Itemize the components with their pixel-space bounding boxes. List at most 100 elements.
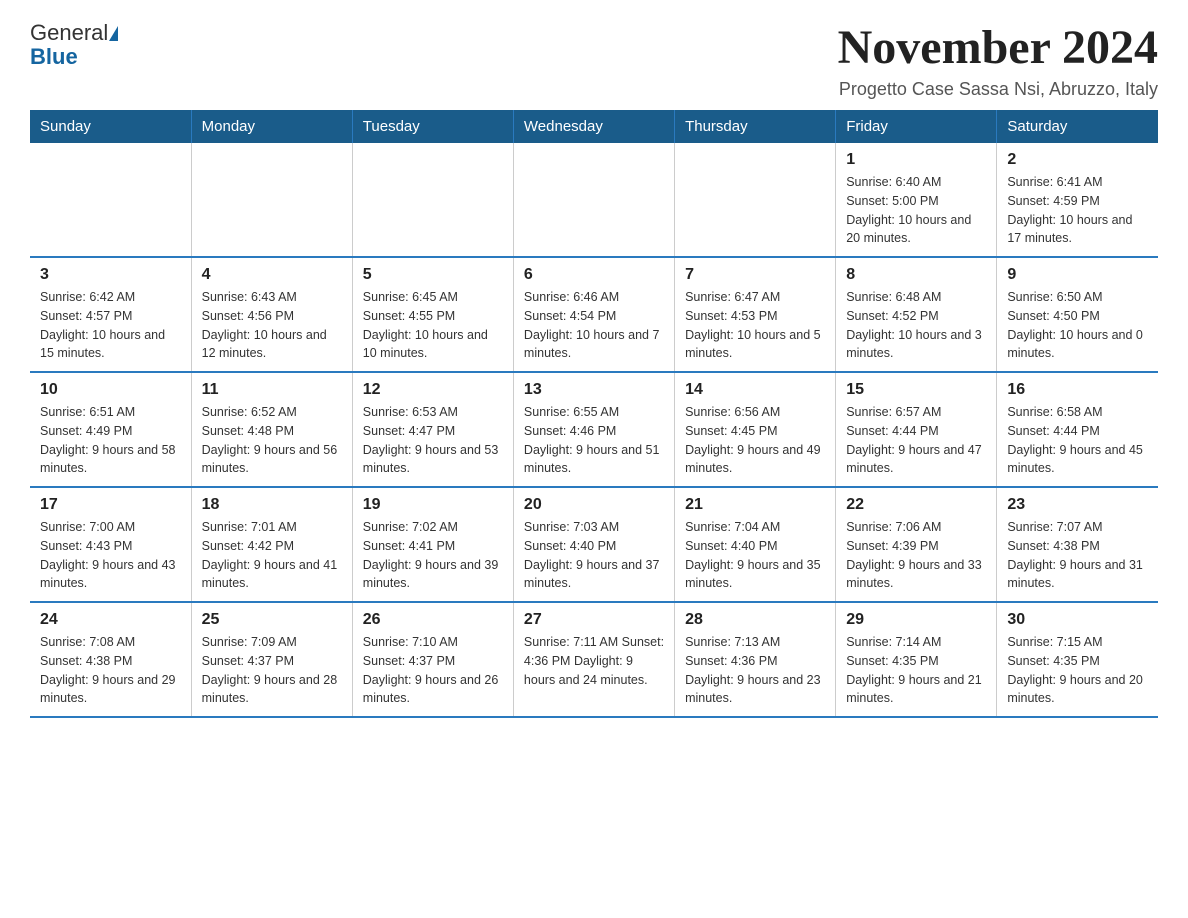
day-number: 4 — [202, 266, 342, 284]
calendar-cell-w3d6: 15 Sunrise: 6:57 AM Sunset: 4:44 PM Dayli… — [836, 372, 997, 487]
logo-general-text: General — [30, 20, 108, 46]
day-info: Sunrise: 6:58 AM Sunset: 4:44 PM Dayligh… — [1007, 403, 1148, 478]
col-monday: Monday — [191, 110, 352, 143]
day-info: Sunrise: 6:43 AM Sunset: 4:56 PM Dayligh… — [202, 288, 342, 363]
day-info: Sunrise: 7:02 AM Sunset: 4:41 PM Dayligh… — [363, 518, 503, 593]
day-number: 7 — [685, 266, 825, 284]
day-info: Sunrise: 6:53 AM Sunset: 4:47 PM Dayligh… — [363, 403, 503, 478]
day-info: Sunrise: 7:11 AM Sunset: 4:36 PM Dayligh… — [524, 633, 664, 689]
day-number: 19 — [363, 496, 503, 514]
col-friday: Friday — [836, 110, 997, 143]
day-number: 25 — [202, 611, 342, 629]
day-info: Sunrise: 6:42 AM Sunset: 4:57 PM Dayligh… — [40, 288, 181, 363]
calendar-cell-w2d6: 8 Sunrise: 6:48 AM Sunset: 4:52 PM Daylig… — [836, 257, 997, 372]
day-info: Sunrise: 6:48 AM Sunset: 4:52 PM Dayligh… — [846, 288, 986, 363]
logo-arrow-icon — [109, 26, 118, 41]
calendar-cell-w4d4: 20 Sunrise: 7:03 AM Sunset: 4:40 PM Dayli… — [513, 487, 674, 602]
day-number: 20 — [524, 496, 664, 514]
calendar-cell-w2d3: 5Sunrise: 6:45 AM Sunset: 4:55 PM Daylig… — [352, 257, 513, 372]
header-row: Sunday Monday Tuesday Wednesday Thursday… — [30, 110, 1158, 143]
calendar-cell-w1d1 — [30, 143, 191, 257]
day-number: 1 — [846, 151, 986, 169]
day-number: 21 — [685, 496, 825, 514]
day-info: Sunrise: 6:40 AM Sunset: 5:00 PM Dayligh… — [846, 173, 986, 248]
day-info: Sunrise: 6:46 AM Sunset: 4:54 PM Dayligh… — [524, 288, 664, 363]
day-number: 13 — [524, 381, 664, 399]
calendar-week-2: 3 Sunrise: 6:42 AM Sunset: 4:57 PM Daylig… — [30, 257, 1158, 372]
col-thursday: Thursday — [675, 110, 836, 143]
calendar-cell-w1d7: 2 Sunrise: 6:41 AM Sunset: 4:59 PM Daylig… — [997, 143, 1158, 257]
calendar-cell-w5d4: 27 Sunrise: 7:11 AM Sunset: 4:36 PM Dayli… — [513, 602, 674, 717]
col-sunday: Sunday — [30, 110, 191, 143]
day-info: Sunrise: 6:57 AM Sunset: 4:44 PM Dayligh… — [846, 403, 986, 478]
day-info: Sunrise: 7:15 AM Sunset: 4:35 PM Dayligh… — [1007, 633, 1148, 708]
calendar-cell-w4d1: 17 Sunrise: 7:00 AM Sunset: 4:43 PM Dayli… — [30, 487, 191, 602]
calendar-cell-w1d4 — [513, 143, 674, 257]
calendar-cell-w5d7: 30 Sunrise: 7:15 AM Sunset: 4:35 PM Dayli… — [997, 602, 1158, 717]
calendar-cell-w2d7: 9Sunrise: 6:50 AM Sunset: 4:50 PM Daylig… — [997, 257, 1158, 372]
col-saturday: Saturday — [997, 110, 1158, 143]
day-number: 16 — [1007, 381, 1148, 399]
calendar-week-3: 10Sunrise: 6:51 AM Sunset: 4:49 PM Dayli… — [30, 372, 1158, 487]
col-tuesday: Tuesday — [352, 110, 513, 143]
day-info: Sunrise: 7:04 AM Sunset: 4:40 PM Dayligh… — [685, 518, 825, 593]
day-info: Sunrise: 6:55 AM Sunset: 4:46 PM Dayligh… — [524, 403, 664, 478]
calendar-cell-w5d6: 29 Sunrise: 7:14 AM Sunset: 4:35 PM Dayli… — [836, 602, 997, 717]
calendar-cell-w5d5: 28 Sunrise: 7:13 AM Sunset: 4:36 PM Dayli… — [675, 602, 836, 717]
day-number: 29 — [846, 611, 986, 629]
calendar-cell-w2d2: 4 Sunrise: 6:43 AM Sunset: 4:56 PM Daylig… — [191, 257, 352, 372]
day-info: Sunrise: 7:14 AM Sunset: 4:35 PM Dayligh… — [846, 633, 986, 708]
calendar-cell-w4d5: 21 Sunrise: 7:04 AM Sunset: 4:40 PM Dayli… — [675, 487, 836, 602]
calendar-cell-w2d4: 6 Sunrise: 6:46 AM Sunset: 4:54 PM Daylig… — [513, 257, 674, 372]
day-info: Sunrise: 7:10 AM Sunset: 4:37 PM Dayligh… — [363, 633, 503, 708]
day-info: Sunrise: 7:07 AM Sunset: 4:38 PM Dayligh… — [1007, 518, 1148, 593]
calendar-cell-w1d2 — [191, 143, 352, 257]
calendar-cell-w5d3: 26 Sunrise: 7:10 AM Sunset: 4:37 PM Dayli… — [352, 602, 513, 717]
day-info: Sunrise: 6:47 AM Sunset: 4:53 PM Dayligh… — [685, 288, 825, 363]
day-info: Sunrise: 7:08 AM Sunset: 4:38 PM Dayligh… — [40, 633, 181, 708]
calendar-cell-w4d3: 19 Sunrise: 7:02 AM Sunset: 4:41 PM Dayli… — [352, 487, 513, 602]
calendar-cell-w5d1: 24 Sunrise: 7:08 AM Sunset: 4:38 PM Dayli… — [30, 602, 191, 717]
calendar-cell-w3d7: 16 Sunrise: 6:58 AM Sunset: 4:44 PM Dayli… — [997, 372, 1158, 487]
calendar-cell-w1d3 — [352, 143, 513, 257]
day-number: 6 — [524, 266, 664, 284]
day-number: 14 — [685, 381, 825, 399]
day-info: Sunrise: 6:56 AM Sunset: 4:45 PM Dayligh… — [685, 403, 825, 478]
calendar-cell-w1d5 — [675, 143, 836, 257]
calendar-cell-w3d2: 11 Sunrise: 6:52 AM Sunset: 4:48 PM Dayli… — [191, 372, 352, 487]
day-number: 24 — [40, 611, 181, 629]
day-number: 28 — [685, 611, 825, 629]
day-info: Sunrise: 7:06 AM Sunset: 4:39 PM Dayligh… — [846, 518, 986, 593]
page-title: November 2024 — [838, 20, 1158, 75]
day-info: Sunrise: 7:00 AM Sunset: 4:43 PM Dayligh… — [40, 518, 181, 593]
day-number: 15 — [846, 381, 986, 399]
page-header: General Blue November 2024 Progetto Case… — [30, 20, 1158, 100]
calendar-week-5: 24 Sunrise: 7:08 AM Sunset: 4:38 PM Dayli… — [30, 602, 1158, 717]
page-subtitle: Progetto Case Sassa Nsi, Abruzzo, Italy — [838, 79, 1158, 100]
calendar-cell-w4d7: 23Sunrise: 7:07 AM Sunset: 4:38 PM Dayli… — [997, 487, 1158, 602]
calendar-cell-w2d1: 3 Sunrise: 6:42 AM Sunset: 4:57 PM Daylig… — [30, 257, 191, 372]
day-info: Sunrise: 6:41 AM Sunset: 4:59 PM Dayligh… — [1007, 173, 1148, 248]
col-wednesday: Wednesday — [513, 110, 674, 143]
calendar-cell-w5d2: 25 Sunrise: 7:09 AM Sunset: 4:37 PM Dayli… — [191, 602, 352, 717]
day-info: Sunrise: 7:09 AM Sunset: 4:37 PM Dayligh… — [202, 633, 342, 708]
day-info: Sunrise: 7:01 AM Sunset: 4:42 PM Dayligh… — [202, 518, 342, 593]
calendar-cell-w2d5: 7 Sunrise: 6:47 AM Sunset: 4:53 PM Daylig… — [675, 257, 836, 372]
title-block: November 2024 Progetto Case Sassa Nsi, A… — [838, 20, 1158, 100]
day-number: 2 — [1007, 151, 1148, 169]
day-number: 3 — [40, 266, 181, 284]
day-number: 8 — [846, 266, 986, 284]
logo-blue-text: Blue — [30, 44, 78, 70]
day-number: 26 — [363, 611, 503, 629]
day-number: 27 — [524, 611, 664, 629]
calendar-cell-w3d5: 14 Sunrise: 6:56 AM Sunset: 4:45 PM Dayli… — [675, 372, 836, 487]
day-number: 11 — [202, 381, 342, 399]
calendar-week-1: 1 Sunrise: 6:40 AM Sunset: 5:00 PM Daylig… — [30, 143, 1158, 257]
day-info: Sunrise: 6:52 AM Sunset: 4:48 PM Dayligh… — [202, 403, 342, 478]
day-number: 30 — [1007, 611, 1148, 629]
day-info: Sunrise: 7:03 AM Sunset: 4:40 PM Dayligh… — [524, 518, 664, 593]
day-info: Sunrise: 7:13 AM Sunset: 4:36 PM Dayligh… — [685, 633, 825, 708]
calendar-cell-w3d1: 10Sunrise: 6:51 AM Sunset: 4:49 PM Dayli… — [30, 372, 191, 487]
day-number: 17 — [40, 496, 181, 514]
day-number: 10 — [40, 381, 181, 399]
